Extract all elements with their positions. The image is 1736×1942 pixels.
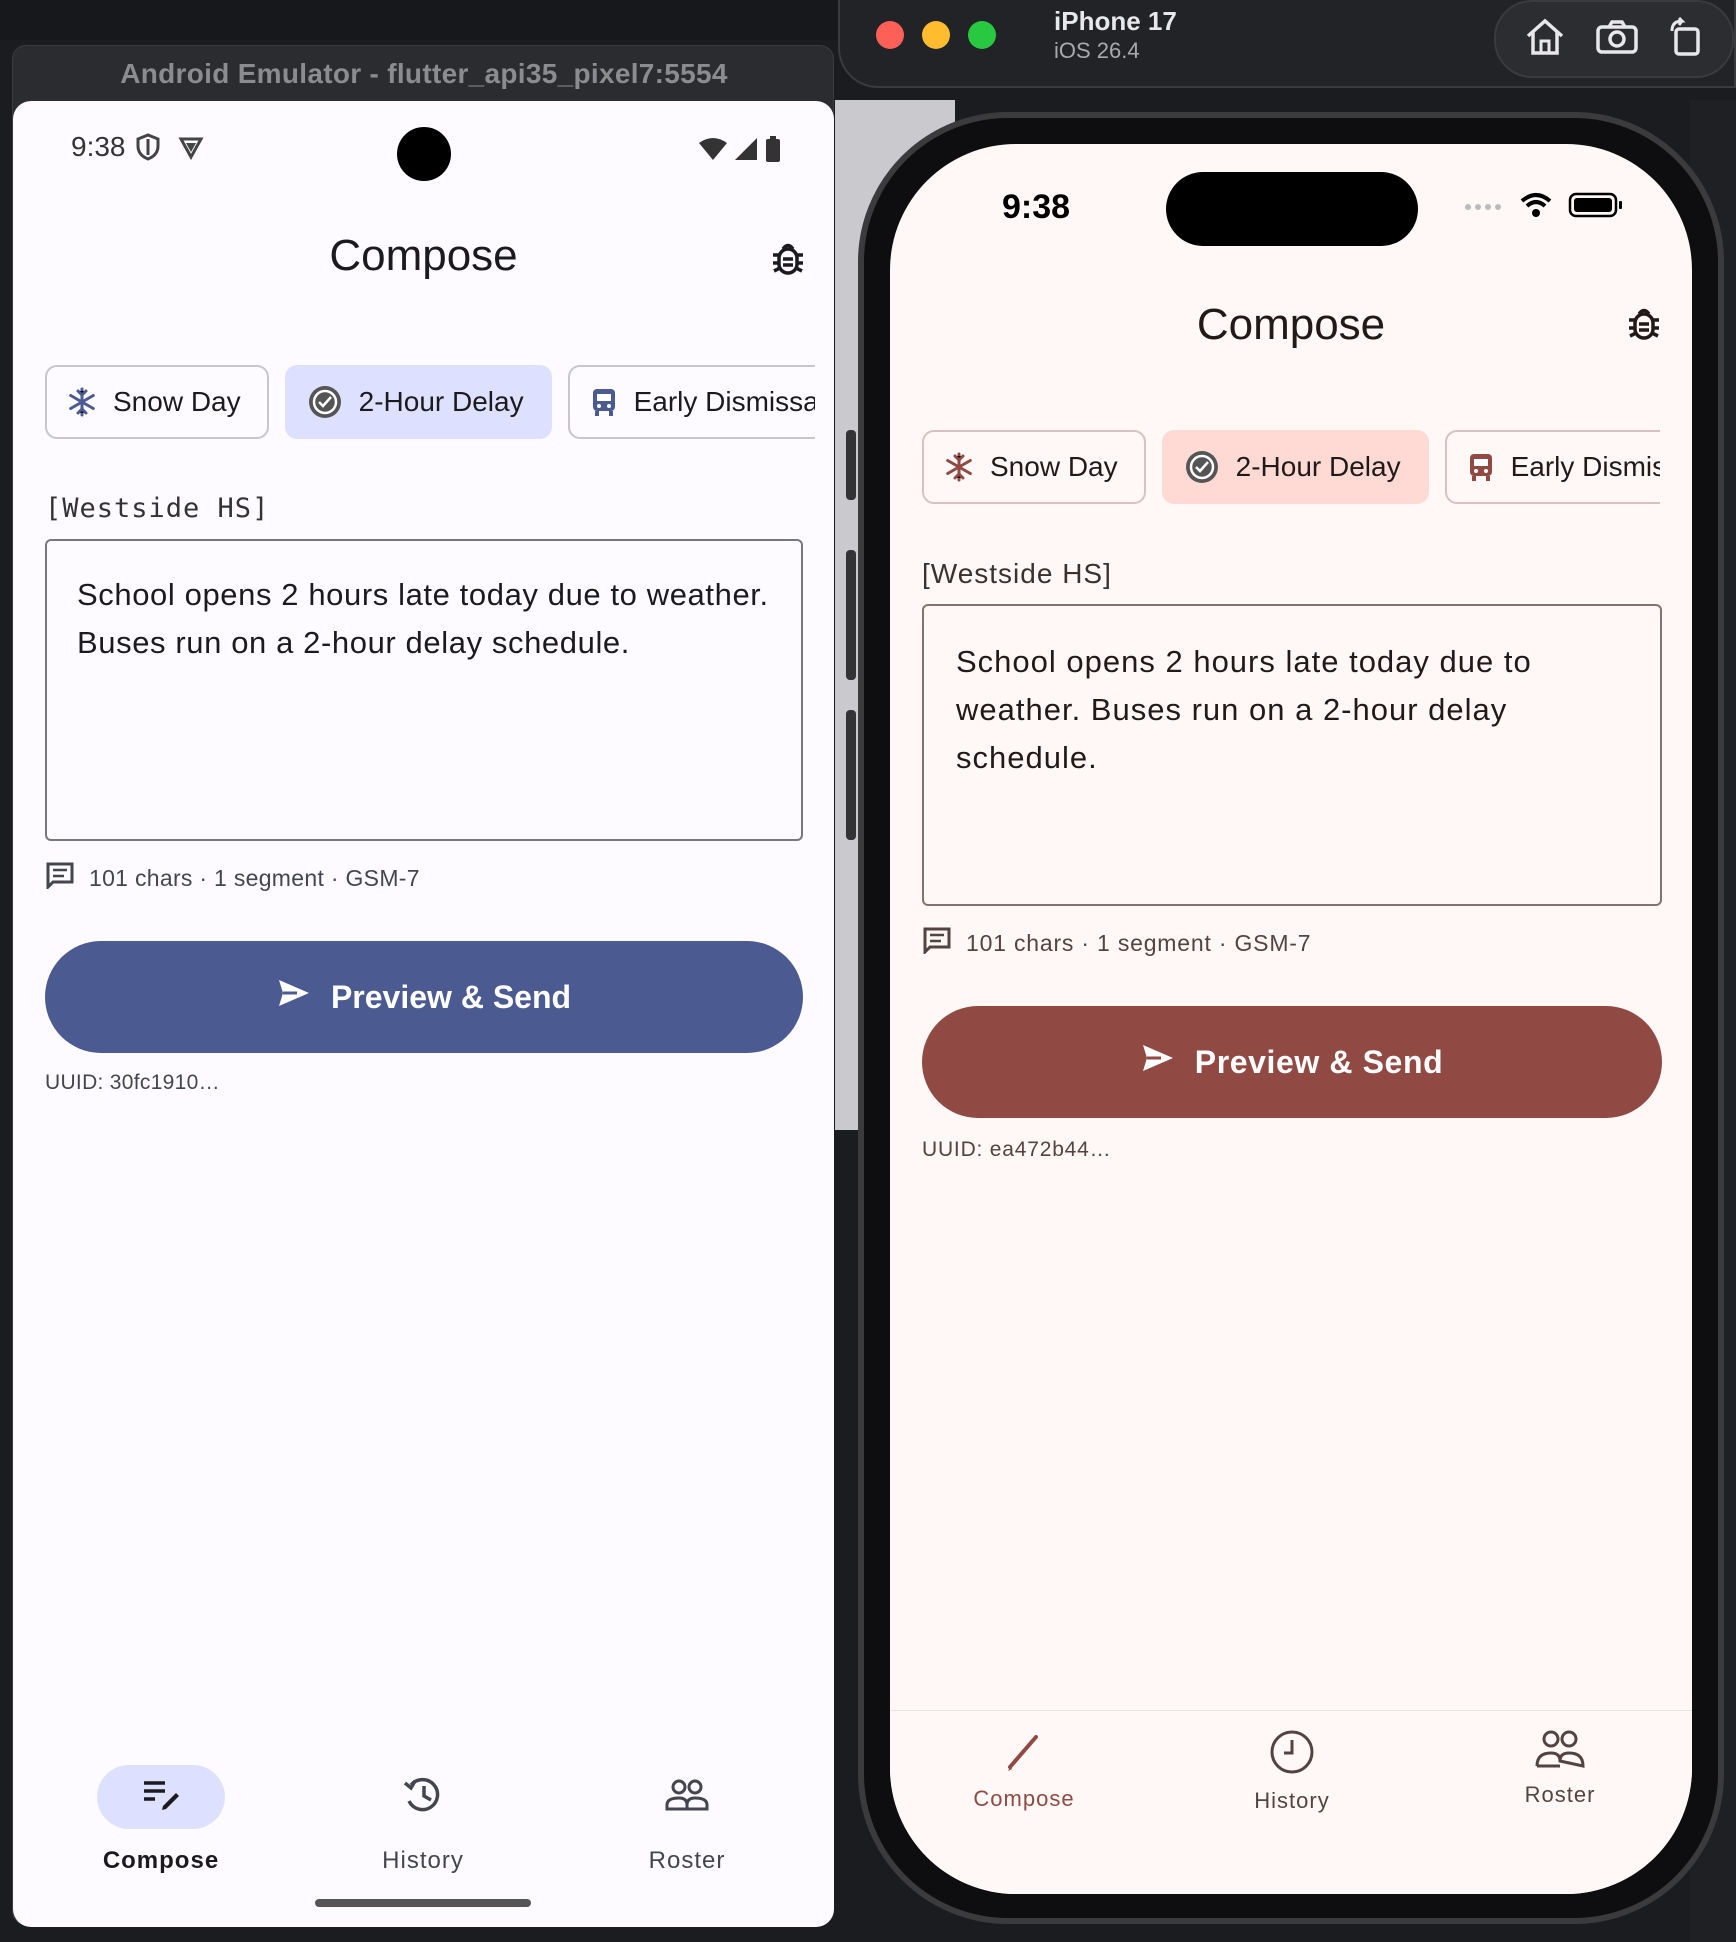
nav-roster[interactable]: Roster (1450, 1729, 1670, 1808)
android-status-bar: 9:38 (13, 101, 834, 181)
school-label: [Westside HS] (45, 493, 270, 524)
chip-snow-day[interactable]: Snow Day (45, 365, 269, 439)
clock-check-icon (1184, 449, 1220, 485)
nav-history[interactable]: History (323, 1765, 523, 1875)
snowflake-icon (67, 387, 97, 417)
nav-label: Compose (102, 1847, 220, 1874)
simulator-tools (1494, 0, 1734, 78)
message-icon (922, 926, 952, 960)
bug-icon[interactable] (770, 239, 806, 284)
message-meta: 101 chars · 1 segment · GSM-7 (922, 926, 1311, 960)
home-icon[interactable] (1524, 17, 1566, 62)
button-label: Preview & Send (1194, 1043, 1444, 1080)
school-label: [Westside HS] (922, 558, 1112, 589)
roster-icon (664, 1779, 710, 1816)
message-meta: 101 chars · 1 segment · GSM-7 (45, 861, 420, 895)
close-window-button[interactable] (876, 21, 904, 49)
nav-label: Roster (1524, 1782, 1596, 1807)
template-chips: Snow Day 2-Hour Delay Early Dismissal (922, 430, 1660, 506)
meta-text: 101 chars · 1 segment · GSM-7 (89, 864, 420, 891)
roster-icon (1534, 1729, 1586, 1774)
chip-label: Snow Day (990, 451, 1118, 482)
gesture-bar[interactable] (315, 1899, 531, 1907)
zoom-window-button[interactable] (968, 21, 996, 49)
chip-label: 2-Hour Delay (358, 386, 524, 417)
wifi-icon (698, 137, 728, 166)
android-app-bar: Compose (13, 221, 834, 301)
chip-snow-day[interactable]: Snow Day (922, 430, 1146, 504)
send-icon (277, 978, 311, 1016)
android-screen: 9:38 Compose Snow Day 2-Hour Delay Early… (13, 101, 834, 1927)
bug-icon[interactable] (1626, 304, 1662, 349)
snowflake-icon (944, 452, 974, 482)
ios-screen: 9:38 Compose Snow Day 2-Hour Delay Early… (890, 144, 1692, 1894)
nav-compose[interactable]: Compose (61, 1765, 261, 1875)
meta-text: 101 chars · 1 segment · GSM-7 (966, 929, 1312, 956)
message-input[interactable]: School opens 2 hours late today due to w… (45, 539, 803, 841)
wifi-icon (1520, 192, 1552, 223)
bus-icon (1467, 452, 1495, 482)
clock-icon (1269, 1729, 1315, 1780)
chip-2-hour-delay[interactable]: 2-Hour Delay (284, 365, 552, 439)
battery-icon (1568, 192, 1624, 223)
minimize-window-button[interactable] (922, 21, 950, 49)
side-button (846, 430, 856, 500)
nav-label: History (382, 1847, 464, 1874)
nav-label: History (1254, 1788, 1330, 1813)
cell-signal-icon (1464, 199, 1504, 217)
message-icon (45, 861, 75, 895)
vpn-key-icon (177, 133, 205, 166)
volume-down-button (846, 710, 856, 840)
template-chips: Snow Day 2-Hour Delay Early Dismissal (45, 365, 815, 441)
chip-label: Snow Day (113, 386, 241, 417)
uuid-label: UUID: ea472b44… (922, 1138, 1112, 1161)
bus-icon (590, 387, 618, 417)
compose-icon (141, 1778, 181, 1817)
device-name: iPhone 17 (1054, 6, 1177, 36)
device-os: iOS 26.4 (1054, 38, 1140, 63)
android-status-time: 9:38 (71, 131, 126, 162)
chip-early-dismissal[interactable]: Early Dismissal (567, 365, 815, 439)
message-input[interactable]: School opens 2 hours late today due to w… (922, 604, 1662, 906)
ios-status-time: 9:38 (1002, 188, 1071, 226)
chip-early-dismissal[interactable]: Early Dismissal (1444, 430, 1660, 504)
button-label: Preview & Send (330, 978, 572, 1015)
volume-up-button (846, 550, 856, 680)
ios-simulator-toolbar: iPhone 17 iOS 26.4 (838, 0, 1736, 88)
nav-label: Roster (648, 1847, 726, 1874)
clock-check-icon (307, 384, 343, 420)
chip-label: 2-Hour Delay (1235, 451, 1401, 482)
screenshot-icon[interactable] (1595, 19, 1639, 60)
front-camera (397, 127, 451, 181)
nav-label: Compose (973, 1786, 1075, 1811)
battery-icon (764, 135, 782, 168)
preview-send-button[interactable]: Preview & Send (45, 941, 803, 1053)
chip-label: Early Dismissal (633, 386, 815, 417)
chip-label: Early Dismissal (1510, 451, 1660, 482)
send-icon (1141, 1043, 1175, 1081)
history-icon (402, 1775, 444, 1820)
dynamic-island (1166, 172, 1418, 246)
nav-history[interactable]: History (1182, 1729, 1402, 1814)
shield-icon (135, 133, 161, 166)
nav-roster[interactable]: Roster (587, 1765, 787, 1875)
preview-send-button[interactable]: Preview & Send (922, 1006, 1662, 1118)
chip-2-hour-delay[interactable]: 2-Hour Delay (1161, 430, 1429, 504)
uuid-label: UUID: 30fc1910… (45, 1071, 220, 1094)
rotate-icon[interactable] (1668, 16, 1704, 62)
page-title: Compose (329, 231, 518, 280)
pencil-icon (1002, 1729, 1046, 1778)
nav-compose[interactable]: Compose (914, 1729, 1134, 1812)
page-title: Compose (1196, 300, 1386, 349)
emulator-window-title[interactable]: Android Emulator - flutter_api35_pixel7:… (13, 46, 835, 102)
bottom-navigation: Compose History Roster (890, 1710, 1692, 1894)
cell-signal-icon (734, 137, 758, 166)
